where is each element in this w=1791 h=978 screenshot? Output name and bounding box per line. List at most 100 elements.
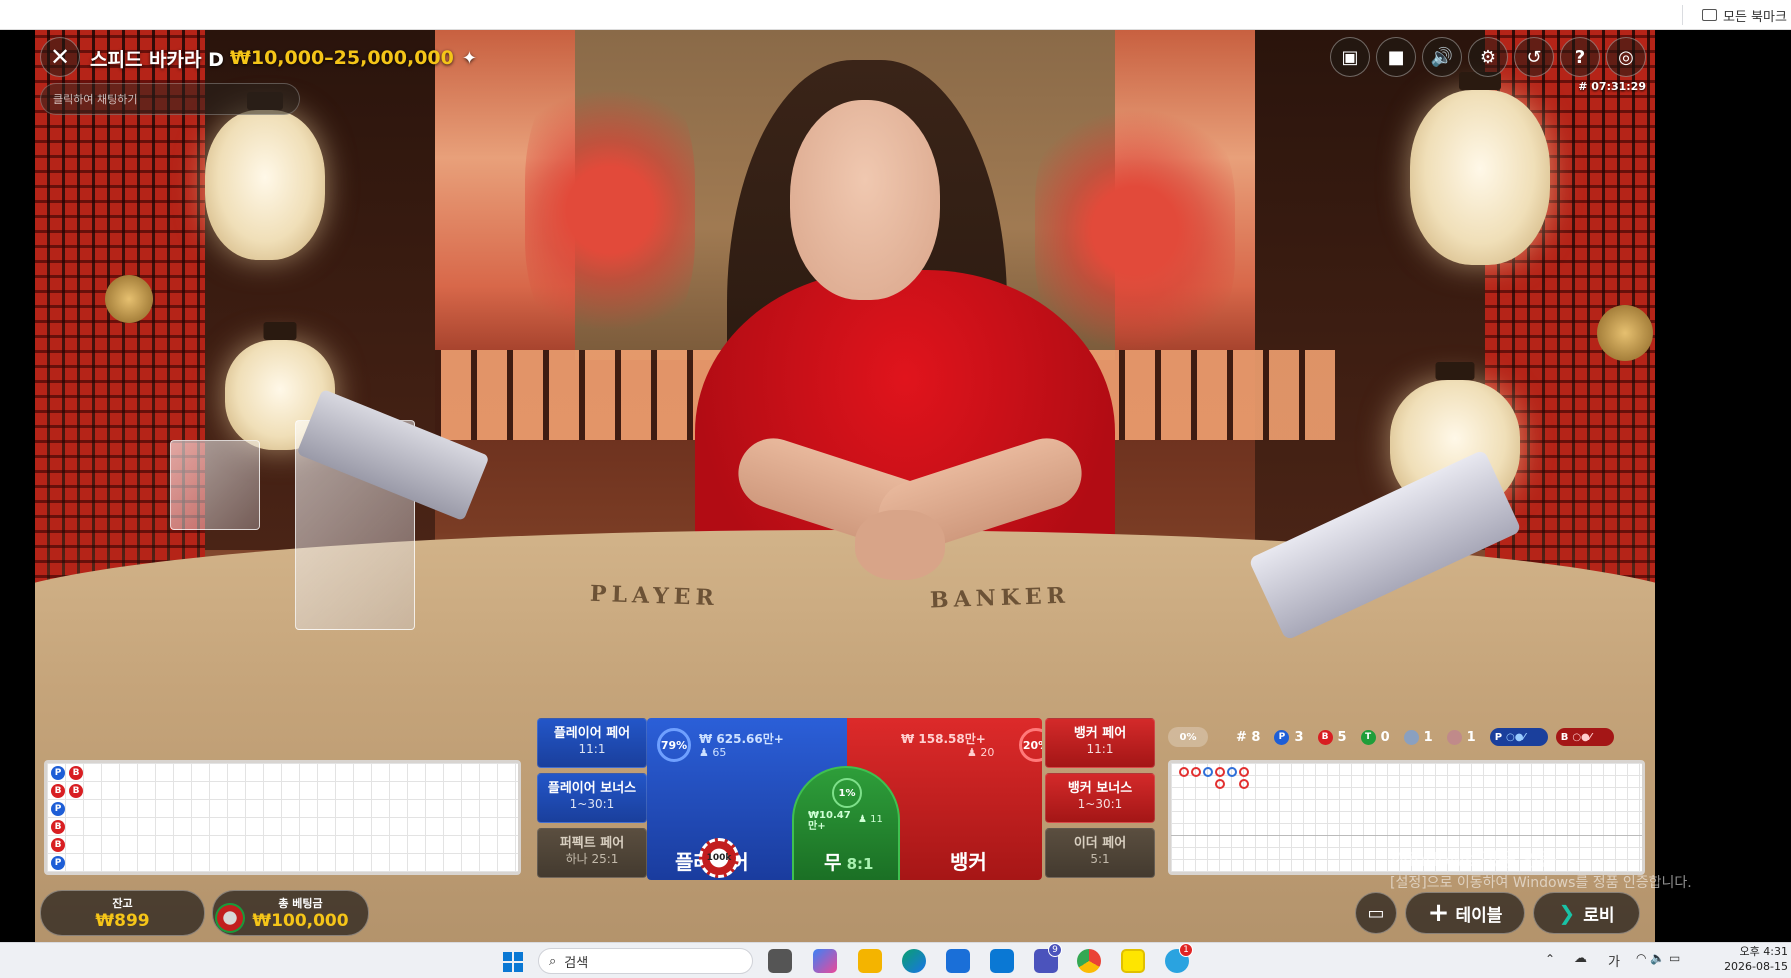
help-icon: ? (1574, 46, 1586, 68)
tie-label: 무 (824, 852, 842, 874)
lantern-right-1 (1410, 90, 1550, 265)
game-stage: PLAYER BANKER ✕ 스피드 바카라 D ₩10,000–25,000… (0, 30, 1791, 942)
predict-icons: ○●⁄ (1506, 731, 1526, 743)
zero-percent-badge: 0% (1168, 727, 1208, 747)
tie-amount: ₩10.47만+ (808, 810, 851, 832)
file-explorer-icon[interactable] (858, 949, 882, 973)
outlook-icon[interactable] (990, 949, 1014, 973)
player-pair-bet[interactable]: 플레이어 페어 11:1 (537, 718, 647, 768)
tray-chevron-icon[interactable]: ⌃ (1545, 952, 1555, 966)
tie-label-group: 무 8:1 (824, 848, 873, 875)
tie-bet[interactable]: 1% ₩10.47만+ ♟ 11 무 8:1 (792, 766, 900, 880)
player-pair-icon (1403, 729, 1419, 745)
player-percent: 79% (657, 728, 691, 762)
edge-icon[interactable] (902, 949, 926, 973)
total-bet-pill: 총 베팅금 ₩100,000 (212, 890, 369, 936)
start-button[interactable] (503, 952, 523, 972)
telegram-badge: 1 (1179, 943, 1193, 957)
folder-icon (1702, 9, 1717, 21)
help-button[interactable]: ? (1560, 37, 1600, 77)
kakaotalk-icon[interactable] (1121, 949, 1145, 973)
table-banker-label: BANKER (929, 582, 1071, 614)
road-mark (1179, 767, 1189, 777)
search-icon: ⌕ (549, 953, 557, 969)
road-mark (1215, 779, 1225, 789)
close-icon: ✕ (49, 43, 71, 71)
bead-banker: B (69, 766, 83, 780)
banker-amount: ₩ 158.58만+ (901, 732, 986, 746)
road-mark (1239, 767, 1249, 777)
bead-banker: B (51, 784, 65, 798)
banker-pair-count: 1 (1466, 729, 1476, 745)
banker-predict-button[interactable]: B ○●⁄ (1555, 728, 1614, 746)
placed-chip: 100k (699, 838, 739, 878)
store-icon[interactable] (946, 949, 970, 973)
bead-road[interactable]: P B B B P B B P (44, 760, 521, 875)
chrome-icon[interactable] (1077, 949, 1101, 973)
player-pair-count: 1 (1423, 729, 1433, 745)
balance-value: ₩899 (95, 911, 150, 931)
teams-icon[interactable]: 9 (1034, 943, 1062, 973)
ime-indicator[interactable]: 가 (1608, 951, 1620, 970)
total-bet-value: ₩100,000 (252, 911, 349, 931)
banker-badge: B (1317, 729, 1333, 745)
bookmark-divider (1682, 5, 1683, 25)
windows-taskbar: ⌕ 검색 9 1 ⌃ ☁ 가 ◠ 🔈 ▭ 오후 4:31 2026-08-15 (0, 942, 1791, 978)
bookmark-bar: 모든 북마크 (0, 0, 1791, 30)
tie-odds: 8:1 (846, 855, 874, 873)
chat-input[interactable]: 클릭하여 채팅하기 (40, 83, 300, 115)
clock-time: 오후 4:31 (1739, 945, 1788, 958)
copilot-icon[interactable] (813, 949, 837, 973)
history-button[interactable]: ↺ (1514, 37, 1554, 77)
chat-bubble-button[interactable]: ▭ (1355, 892, 1397, 934)
player-players-count: ♟ 65 (699, 746, 727, 759)
game-title: 스피드 바카라 D (90, 48, 224, 71)
road-mark (1191, 767, 1201, 777)
player-badge: P (1274, 729, 1290, 745)
banker-count: 5 (1337, 729, 1347, 745)
discard-tray (170, 440, 260, 530)
sound-icon: 🔊 (1430, 46, 1454, 68)
lobby-icon: ❯ (1558, 901, 1576, 925)
chat-toggle-button[interactable]: ▣ (1330, 37, 1370, 77)
onedrive-icon[interactable]: ☁ (1574, 951, 1587, 966)
road-stats: 0% # 8 P3 B5 T0 1 1 P ○●⁄ B ○●⁄ (1168, 727, 1614, 747)
banker-pair-bet[interactable]: 뱅커 페어 11:1 (1045, 718, 1155, 768)
network-sound-battery-icons[interactable]: ◠ 🔈 ▭ (1636, 951, 1680, 965)
support-button[interactable]: ◎ (1606, 37, 1646, 77)
pin-icon[interactable]: ✦ (462, 48, 477, 69)
all-bookmarks-button[interactable]: 모든 북마크 (1702, 5, 1787, 25)
road-divider (1171, 835, 1642, 836)
either-pair-bet[interactable]: 이더 페어 5:1 (1045, 828, 1155, 878)
bead-banker: B (69, 784, 83, 798)
bead-banker: B (51, 820, 65, 834)
clock[interactable]: 오후 4:31 2026-08-15 (1718, 945, 1788, 975)
task-view-icon[interactable] (768, 949, 792, 973)
tie-players-count: ♟ 11 (858, 814, 883, 825)
video-button[interactable]: ■ (1376, 37, 1416, 77)
close-button[interactable]: ✕ (40, 37, 80, 77)
dealer-hands (855, 510, 945, 580)
game-title-bar: 스피드 바카라 D ₩10,000–25,000,000 ✦ (90, 40, 477, 76)
player-bonus-bet[interactable]: 플레이어 보너스 1~30:1 (537, 773, 647, 823)
balance-pill: 잔고 ₩899 (40, 890, 205, 936)
sound-button[interactable]: 🔊 (1422, 37, 1462, 77)
predict-icons: ○●⁄ (1572, 731, 1592, 743)
round-count: # 8 (1236, 729, 1261, 745)
chat-bubble-icon: ▭ (1367, 902, 1385, 924)
banker-bonus-bet[interactable]: 뱅커 보너스 1~30:1 (1045, 773, 1155, 823)
support-icon: ◎ (1618, 46, 1634, 68)
player-predict-button[interactable]: P ○●⁄ (1489, 728, 1548, 746)
road-mark (1227, 767, 1237, 777)
table-button[interactable]: + 테이블 (1405, 892, 1525, 934)
banker-label: 뱅커 (950, 850, 987, 874)
total-bet-label: 총 베팅금 (278, 897, 323, 910)
lobby-button[interactable]: ❯ 로비 (1533, 892, 1640, 934)
settings-button[interactable]: ⚙ (1468, 37, 1508, 77)
taskbar-search[interactable]: ⌕ 검색 (538, 948, 753, 974)
tie-percent: 1% (832, 778, 862, 808)
round-timestamp: # 07:31:29 (1578, 80, 1646, 93)
bead-player: P (51, 766, 65, 780)
perfect-pair-bet[interactable]: 퍼펙트 페어 하나 25:1 (537, 828, 647, 878)
telegram-icon[interactable]: 1 (1165, 943, 1193, 973)
